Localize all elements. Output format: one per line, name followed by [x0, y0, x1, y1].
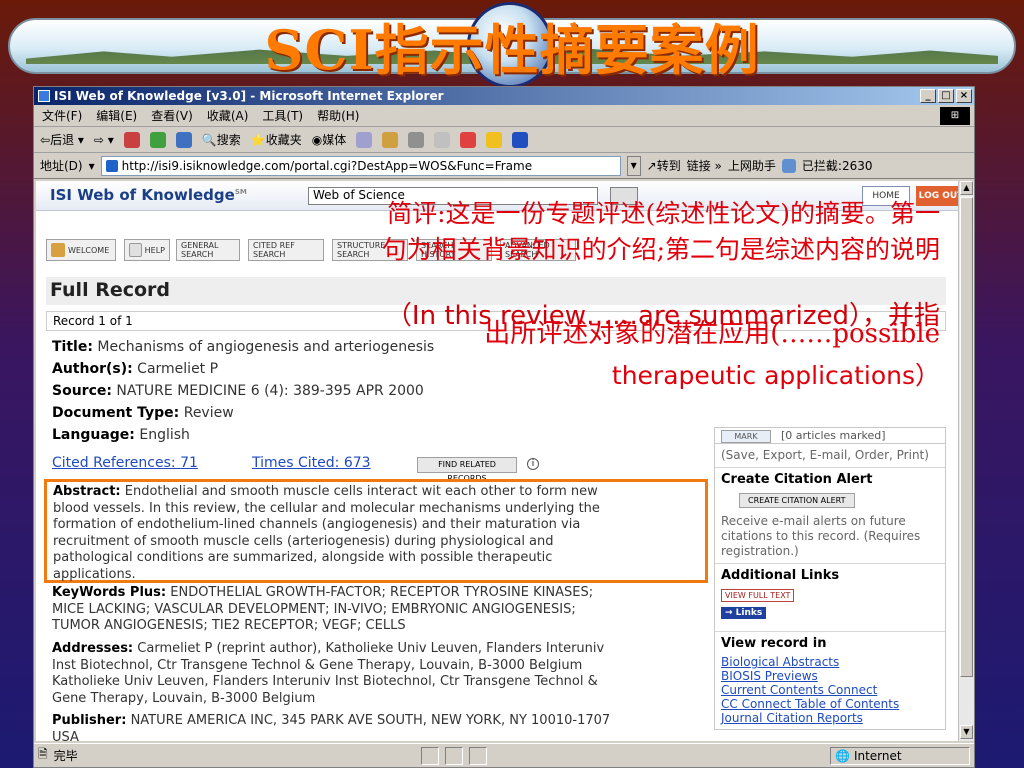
cited-references-link[interactable]: Cited References: 71: [52, 455, 198, 471]
favorites-button[interactable]: ⭐收藏夹: [251, 131, 302, 148]
menu-bar: 文件(F) 编辑(E) 查看(V) 收藏(A) 工具(T) 帮助(H) ⊞: [34, 105, 974, 127]
scroll-down-icon[interactable]: ▼: [960, 725, 973, 739]
ie-icon: [38, 90, 50, 102]
status-cell: [444, 746, 463, 765]
status-cell: [468, 746, 487, 765]
find-related-button[interactable]: FIND RELATED RECORDS: [417, 457, 517, 483]
window-title: ISI Web of Knowledge [v3.0] - Microsoft …: [54, 89, 444, 103]
address-history-button[interactable]: ▼: [626, 155, 641, 176]
marked-count: [0 articles marked]: [781, 429, 886, 442]
media-button[interactable]: ◉媒体: [312, 131, 347, 148]
globe-zone-icon: 🌐: [834, 748, 850, 763]
windows-logo-icon: ⊞: [940, 107, 970, 125]
link-biological-abstracts[interactable]: Biological Abstracts: [721, 655, 939, 669]
forward-button[interactable]: ⇨ ▾: [94, 133, 114, 147]
scroll-up-icon[interactable]: ▲: [960, 181, 973, 195]
home-icon[interactable]: [175, 131, 192, 148]
window-titlebar: ISI Web of Knowledge [v3.0] - Microsoft …: [34, 87, 974, 105]
abstract-line: recruitment of smooth muscle cells (arte…: [53, 533, 554, 549]
stop-icon[interactable]: [123, 131, 140, 148]
abstract-line: Abstract: Endothelial and smooth muscle …: [53, 484, 598, 499]
print-icon[interactable]: [408, 131, 425, 148]
record-actions-panel: (Save, Export, E-mail, Order, Print) Cre…: [714, 443, 946, 730]
abstract-line: blood vessels. In this review, the cellu…: [53, 500, 600, 516]
abstract-line: applications.: [53, 566, 136, 582]
address-bar: 地址(D) ▾ http://isi9.isiknowledge.com/por…: [34, 153, 974, 179]
close-button[interactable]: ×: [956, 89, 972, 103]
edit-icon[interactable]: [434, 131, 451, 148]
browser-window: ISI Web of Knowledge [v3.0] - Microsoft …: [33, 86, 975, 768]
mail-icon[interactable]: [382, 131, 399, 148]
menu-edit[interactable]: 编辑(E): [96, 107, 137, 124]
annotation-line-2: 句为相关背景知识的介绍;第二句是综述内容的说明: [381, 235, 940, 264]
abstract-line: formation of endothelium-lined channels …: [53, 517, 581, 532]
link-journal-citation-reports[interactable]: Journal Citation Reports: [721, 711, 939, 725]
toolbar-plugin-icon[interactable]: [460, 131, 477, 148]
links-button[interactable]: → Links: [721, 607, 767, 619]
history-icon[interactable]: [356, 131, 373, 148]
link-cc-toc[interactable]: CC Connect Table of Contents: [721, 697, 939, 711]
status-page-icon: 🗎: [38, 747, 48, 761]
addresses-section: Addresses: Carmeliet P (reprint author),…: [52, 641, 605, 706]
record-language: Language: English: [52, 427, 190, 443]
annotation-line-4: 出所评述对象的潜在应用(……possible: [484, 319, 940, 349]
links-button[interactable]: 链接 »: [687, 157, 722, 174]
messenger-icon[interactable]: [486, 131, 503, 148]
menu-tools[interactable]: 工具(T): [262, 107, 303, 124]
minimize-button[interactable]: _: [920, 89, 936, 103]
go-button[interactable]: ↗转到: [647, 157, 681, 174]
save-hint: (Save, Export, E-mail, Order, Print): [721, 448, 929, 462]
additional-links-heading: Additional Links: [721, 568, 840, 583]
link-biosis-previews[interactable]: BIOSIS Previews: [721, 669, 939, 683]
blocked-popups[interactable]: 已拦截:2630: [802, 157, 873, 174]
address-input[interactable]: http://isi9.isiknowledge.com/portal.cgi?…: [100, 155, 621, 176]
address-label: 地址(D): [40, 159, 83, 173]
status-bar: 🗎 完毕 🌐 Internet: [34, 743, 974, 767]
extra-plugin-icon[interactable]: [512, 131, 529, 148]
menu-file[interactable]: 文件(F): [42, 107, 82, 124]
record-doctype: Document Type: Review: [52, 405, 234, 421]
scroll-thumb[interactable]: [960, 197, 973, 677]
maximize-button[interactable]: □: [938, 89, 954, 103]
abstract-highlight: Abstract: Endothelial and smooth muscle …: [44, 479, 708, 583]
helper-button[interactable]: 上网助手: [728, 157, 776, 174]
view-record-in-heading: View record in: [721, 636, 827, 651]
annotation-text: 简评:这是一份专题评述(综述性论文)的摘要。第一 句为相关背景知识的介绍;第二句…: [40, 196, 940, 268]
times-cited-link[interactable]: Times Cited: 673: [252, 455, 371, 471]
mark-button[interactable]: MARK: [721, 430, 771, 443]
status-text: 完毕: [53, 749, 78, 763]
back-button[interactable]: ⇦后退 ▾: [40, 131, 84, 148]
annotation-line-1: 简评:这是一份专题评述(综述性论文)的摘要。第一: [387, 199, 940, 228]
citation-alert-heading: Create Citation Alert: [721, 472, 873, 487]
keywords-section: KeyWords Plus: ENDOTHELIAL GROWTH-FACTOR…: [52, 585, 594, 633]
view-full-text-button[interactable]: VIEW FULL TEXT: [721, 589, 795, 602]
refresh-icon[interactable]: [149, 131, 166, 148]
create-citation-alert-button[interactable]: CREATE CITATION ALERT: [739, 493, 855, 508]
address-url: http://isi9.isiknowledge.com/portal.cgi?…: [121, 158, 533, 173]
security-zone: 🌐 Internet: [829, 746, 970, 765]
info-icon[interactable]: i: [527, 458, 539, 470]
menu-help[interactable]: 帮助(H): [317, 107, 359, 124]
alert-description: Receive e-mail alerts on future citation…: [721, 514, 921, 558]
link-current-contents[interactable]: Current Contents Connect: [721, 683, 939, 697]
annotation-line-5: therapeutic applications）: [611, 361, 940, 390]
menu-view[interactable]: 查看(V): [151, 107, 193, 124]
page-icon: [105, 159, 118, 172]
helper-mail-icon[interactable]: [781, 158, 796, 173]
status-cell: [420, 746, 439, 765]
address-dropdown-icon[interactable]: ▾: [89, 159, 95, 173]
publisher-section: Publisher: NATURE AMERICA INC, 345 PARK …: [52, 713, 611, 741]
toolbar: ⇦后退 ▾ ⇨ ▾ 🔍搜索 ⭐收藏夹 ◉媒体: [34, 127, 974, 153]
slide-title: SCI指示性摘要案例: [264, 18, 760, 82]
menu-favorites[interactable]: 收藏(A): [207, 107, 249, 124]
vertical-scrollbar[interactable]: ▲ ▼: [958, 181, 974, 741]
search-button[interactable]: 🔍搜索: [202, 131, 241, 148]
abstract-line: pathological conditions are summarized, …: [53, 550, 553, 565]
